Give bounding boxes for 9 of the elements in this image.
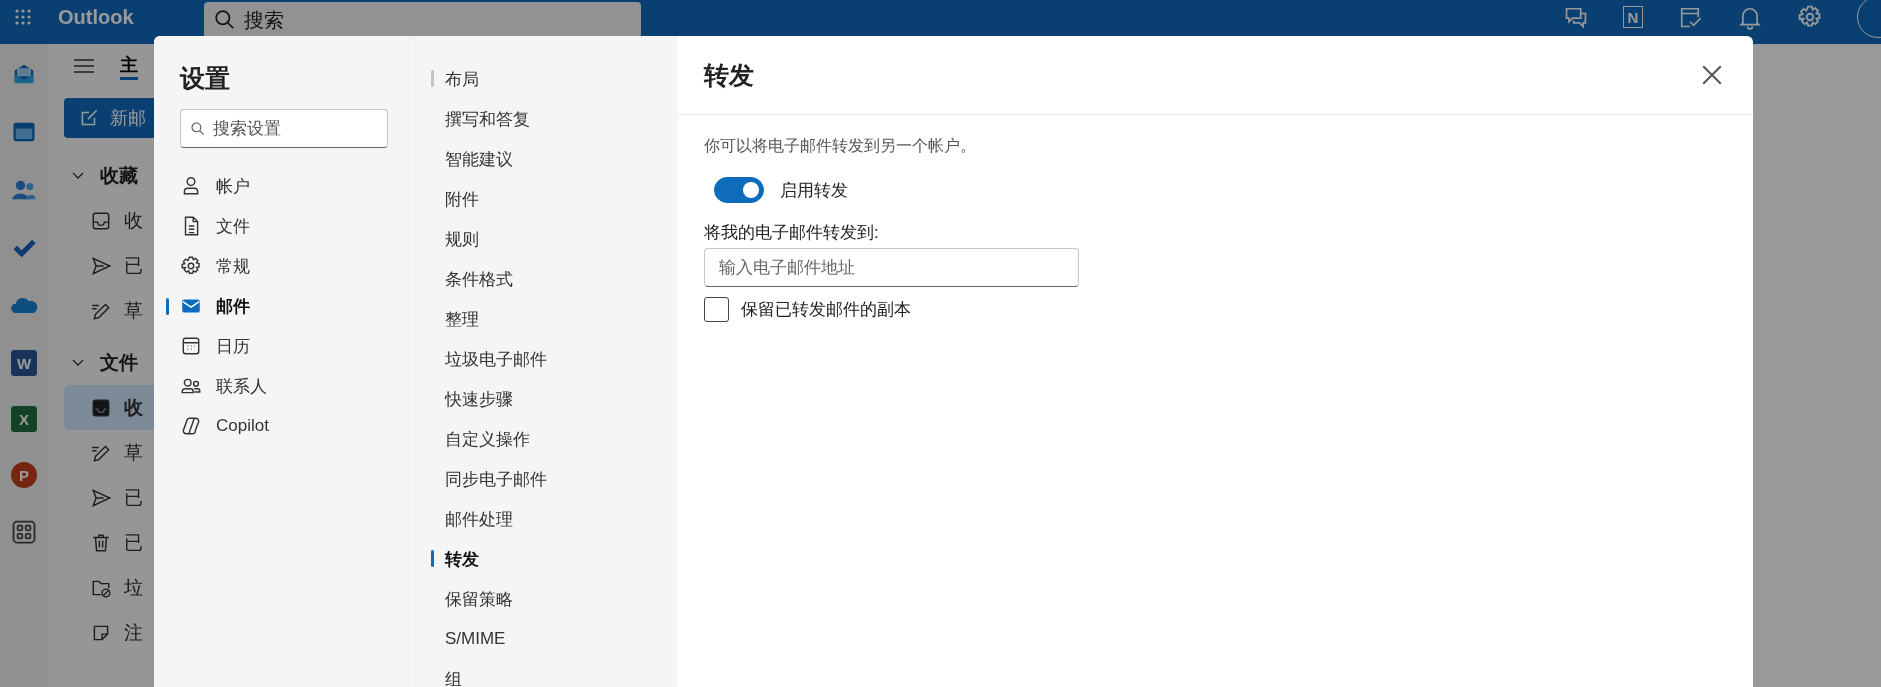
checkbox-label: 保留已转发邮件的副本: [741, 299, 911, 321]
section-heading: 文件: [100, 351, 138, 375]
app-name: Outlook: [58, 5, 135, 29]
section-heading: 收藏: [100, 164, 138, 188]
toggle-label: 启用转发: [780, 179, 848, 202]
dialog-title: 设置: [180, 63, 231, 94]
field-label: 将我的电子邮件转发到:: [704, 222, 879, 244]
description-text: 你可以将电子邮件转发到另一个帐户。: [704, 136, 976, 156]
page-title: 转发: [704, 59, 754, 91]
